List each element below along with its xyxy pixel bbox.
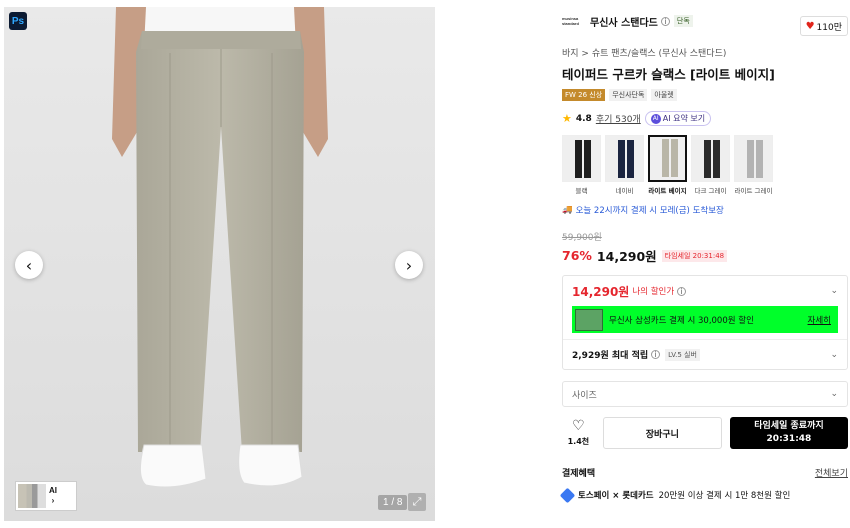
payment-benefits-title: 결제혜택 [562, 469, 596, 479]
rating-score: 4.8 [575, 113, 592, 124]
heart-outline-icon: ♡ [572, 418, 585, 434]
card-detail-link[interactable]: 자세히 [808, 314, 831, 326]
chevron-down-icon: ⌄ [830, 389, 838, 399]
color-label: 다크 그레이 [694, 187, 727, 195]
my-price-value: 14,290원 [572, 284, 630, 299]
color-swatch [691, 135, 730, 182]
like-button[interactable]: ♥ 110만 [799, 16, 848, 36]
ai-label: AI › [49, 486, 57, 505]
color-label: 네이비 [615, 187, 634, 195]
size-select[interactable]: 사이즈 ⌄ [562, 381, 848, 407]
heart-icon: ♥ [805, 20, 815, 32]
timesale-badge: 타임세일 20:31:48 [661, 249, 728, 262]
card-discount-banner[interactable]: 무신사 삼성카드 결제 시 30,000원 할인 자세히 [572, 306, 838, 333]
color-option-light-beige[interactable]: 라이트 베이지 [648, 135, 687, 195]
payment-brand: 토스페이 × 롯데카드 [578, 491, 654, 501]
color-option-black[interactable]: 블랙 [562, 135, 601, 195]
expand-icon[interactable]: ⤢ [408, 493, 426, 511]
ai-summary-button[interactable]: AI AI 요약 보기 [644, 111, 712, 126]
chevron-down-icon: ⌄ [830, 349, 838, 360]
color-option-light-gray[interactable]: 라이트 그레이 [734, 135, 773, 195]
info-icon[interactable]: i [651, 350, 661, 359]
season-badge: FW 26 신상 [562, 89, 606, 101]
my-price-label: 나의 할인가 [632, 287, 675, 297]
member-level-badge: LV.5 실버 [665, 348, 700, 361]
ai-thumbnail-button[interactable]: AI › [15, 481, 77, 511]
color-swatch [605, 135, 644, 182]
color-option-navy[interactable]: 네이비 [605, 135, 644, 195]
delivery-guarantee[interactable]: 🚚 오늘 22시까지 결제 시 모레(금) 도착보장 [562, 204, 848, 216]
payment-benefits-header: 결제혜택 전체보기 [562, 466, 848, 479]
purchase-actions: ♡ 1.4천 장바구니 타임세일 종료까지 20:31:48 [562, 416, 848, 450]
review-link[interactable]: 후기 530개 [596, 112, 641, 125]
buy-button-timer: 20:31:48 [766, 434, 812, 444]
color-option-dark-gray[interactable]: 다크 그레이 [691, 135, 730, 195]
add-to-cart-button[interactable]: 장바구니 [602, 417, 722, 449]
wishlist-count: 1.4천 [567, 437, 590, 446]
buy-now-button[interactable]: 타임세일 종료까지 20:31:48 [729, 417, 848, 449]
photoshop-icon: Ps [9, 12, 27, 30]
price-row: 76% 14,290원 타임세일 20:31:48 [562, 246, 848, 265]
size-select-label: 사이즈 [572, 390, 597, 401]
product-image-gallery[interactable]: Ps ‹ › AI › 1 / 8 ⤢ [4, 7, 435, 521]
card-discount-text: 무신사 삼성카드 결제 시 30,000원 할인 [609, 315, 754, 326]
points-toggle[interactable]: 2,929원 최대 적립 i LV.5 실버 ⌄ [563, 339, 847, 369]
payment-benefit-text: 20만원 이상 결제 시 1만 8천원 할인 [658, 491, 791, 501]
brand-name[interactable]: 무신사 스탠다드 [590, 14, 658, 29]
points-value: 2,929원 최대 적립 [572, 351, 649, 361]
card-image [575, 308, 603, 331]
wishlist-button[interactable]: ♡ 1.4천 [562, 419, 595, 447]
brand-logo[interactable]: musinsa standard [562, 16, 584, 26]
like-count: 110만 [816, 22, 842, 33]
info-icon[interactable]: i [660, 16, 670, 26]
view-all-link[interactable]: 전체보기 [815, 466, 848, 479]
toss-pay-icon [559, 487, 576, 503]
thumbnail-image [18, 484, 46, 508]
product-photo [4, 7, 435, 521]
rating-row: ★ 4.8 후기 530개 AI AI 요약 보기 [562, 111, 848, 126]
product-title: 테이퍼드 구르카 슬랙스 [라이트 베이지] [562, 67, 775, 82]
my-price-box: 14,290원 나의 할인가 i ⌄ 무신사 삼성카드 결제 시 30,000원… [562, 275, 848, 370]
exclusive-badge: 단독 [673, 15, 693, 27]
color-swatch-selected [648, 135, 687, 182]
color-options: 블랙 네이비 라이트 베이지 다크 그레이 라이트 그레이 [562, 135, 848, 195]
outlet-tag: 아울렛 [651, 89, 677, 101]
color-label: 라이트 베이지 [648, 187, 687, 195]
discount-rate: 76% [562, 248, 592, 263]
info-icon[interactable]: i [677, 286, 687, 296]
color-swatch [734, 135, 773, 182]
payment-benefit-item[interactable]: 토스페이 × 롯데카드 20만원 이상 결제 시 1만 8천원 할인 [559, 487, 848, 503]
product-badges: FW 26 신상 무신사단독 아울렛 [562, 89, 848, 101]
sale-price: 14,290원 [596, 249, 657, 264]
buy-button-line1: 타임세일 종료까지 [754, 421, 824, 431]
color-label: 라이트 그레이 [734, 187, 773, 195]
previous-image-button[interactable]: ‹ [15, 251, 43, 279]
ai-icon: AI [650, 113, 661, 124]
breadcrumb[interactable]: 바지 > 슈트 팬츠/슬랙스 (무신사 스탠다드) [562, 46, 848, 59]
image-counter: 1 / 8 [378, 495, 408, 510]
chevron-down-icon: ⌄ [830, 286, 838, 296]
original-price: 59,900원 [562, 233, 602, 243]
star-icon: ★ [562, 112, 572, 125]
color-label: 블랙 [575, 187, 588, 195]
next-image-button[interactable]: › [395, 251, 423, 279]
truck-icon: 🚚 [562, 205, 573, 215]
my-price-toggle[interactable]: 14,290원 나의 할인가 i ⌄ [563, 276, 847, 306]
exclusive-tag: 무신사단독 [609, 89, 648, 101]
color-swatch [562, 135, 601, 182]
product-info-panel: musinsa standard 무신사 스탠다드 i 단독 ♥ 110만 바지… [559, 10, 848, 503]
